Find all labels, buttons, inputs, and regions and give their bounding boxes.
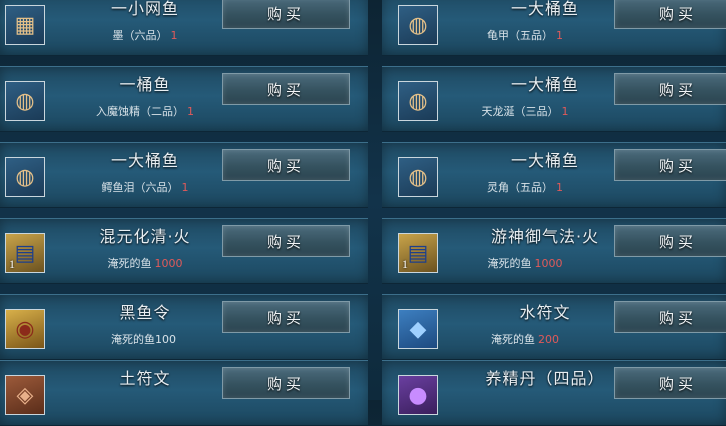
- shop-item: ▦ 一小网鱼 墨（六品） 1 购买: [0, 0, 368, 56]
- item-name: 黑鱼令: [119, 303, 171, 322]
- item-cost: 淹死的鱼100: [111, 333, 176, 346]
- buy-button[interactable]: 购买: [222, 367, 350, 399]
- item-cost: 天龙涎（三品） 1: [481, 105, 569, 118]
- item-cost: 入魔蚀精（二品） 1: [96, 105, 194, 118]
- bucket-icon[interactable]: ◍: [398, 5, 438, 45]
- shop-item: ◈ 土符文 购买: [0, 360, 368, 426]
- item-cost: 淹死的鱼 1000: [487, 257, 563, 270]
- bucket-icon[interactable]: ◍: [5, 157, 45, 197]
- item-name: 一桶鱼: [119, 75, 171, 94]
- item-name: 游神御气法·火: [490, 227, 600, 246]
- buy-button[interactable]: 购买: [614, 149, 726, 181]
- shop-item: ● 养精丹（四品） 购买: [382, 360, 726, 426]
- book-icon[interactable]: ▤ 1: [398, 233, 438, 273]
- item-name: 一大桶鱼: [510, 0, 579, 18]
- bucket-icon[interactable]: ◍: [5, 81, 45, 121]
- item-cost: 淹死的鱼 200: [491, 333, 559, 346]
- buy-button[interactable]: 购买: [222, 225, 350, 257]
- pill-icon[interactable]: ●: [398, 375, 438, 415]
- item-name: 土符文: [119, 369, 171, 388]
- buy-button[interactable]: 购买: [614, 225, 726, 257]
- item-quantity: 1: [9, 257, 15, 271]
- buy-button[interactable]: 购买: [614, 367, 726, 399]
- bucket-icon[interactable]: ◍: [398, 81, 438, 121]
- buy-button[interactable]: 购买: [222, 73, 350, 105]
- buy-button[interactable]: 购买: [614, 301, 726, 333]
- bucket-icon[interactable]: ◍: [398, 157, 438, 197]
- item-quantity: 1: [402, 257, 408, 271]
- book-icon[interactable]: ▤ 1: [5, 233, 45, 273]
- shop-item: ▤ 1 混元化清·火 淹死的鱼 1000 购买: [0, 218, 368, 284]
- shop-item: ◆ 水符文 淹死的鱼 200 购买: [382, 294, 726, 360]
- item-cost: 龟甲（五品） 1: [487, 29, 563, 42]
- shop-item: ▤ 1 游神御气法·火 淹死的鱼 1000 购买: [382, 218, 726, 284]
- shop-item: ◍ 一大桶鱼 天龙涎（三品） 1 购买: [382, 66, 726, 132]
- item-name: 一小网鱼: [110, 0, 179, 18]
- shop-item: ◍ 一大桶鱼 灵角（五品） 1 购买: [382, 142, 726, 208]
- item-cost: 墨（六品） 1: [112, 29, 178, 42]
- item-name: 养精丹（四品）: [485, 369, 605, 388]
- shop-item: ◍ 一桶鱼 入魔蚀精（二品） 1 购买: [0, 66, 368, 132]
- buy-button[interactable]: 购买: [614, 0, 726, 29]
- token-icon[interactable]: ◉: [5, 309, 45, 349]
- earth-rune-icon[interactable]: ◈: [5, 375, 45, 415]
- net-icon[interactable]: ▦: [5, 5, 45, 45]
- shop-item: ◍ 一大桶鱼 鳄鱼泪（六品） 1 购买: [0, 142, 368, 208]
- item-name: 一大桶鱼: [110, 151, 179, 170]
- buy-button[interactable]: 购买: [222, 301, 350, 333]
- item-cost: 淹死的鱼 1000: [107, 257, 183, 270]
- shop-item: ◉ 黑鱼令 淹死的鱼100 购买: [0, 294, 368, 360]
- water-rune-icon[interactable]: ◆: [398, 309, 438, 349]
- item-name: 一大桶鱼: [510, 151, 579, 170]
- item-name: 混元化清·火: [99, 227, 191, 246]
- buy-button[interactable]: 购买: [222, 0, 350, 29]
- buy-button[interactable]: 购买: [614, 73, 726, 105]
- shop-item: ◍ 一大桶鱼 龟甲（五品） 1 购买: [382, 0, 726, 56]
- item-name: 一大桶鱼: [510, 75, 579, 94]
- item-name: 水符文: [519, 303, 571, 322]
- item-cost: 鳄鱼泪（六品） 1: [101, 181, 189, 194]
- shop-grid: ▦ 一小网鱼 墨（六品） 1 购买 ◍ 一大桶鱼 龟甲（五品） 1 购买 ◍ 一桶鱼…: [0, 0, 726, 426]
- item-cost: 灵角（五品） 1: [487, 181, 563, 194]
- buy-button[interactable]: 购买: [222, 149, 350, 181]
